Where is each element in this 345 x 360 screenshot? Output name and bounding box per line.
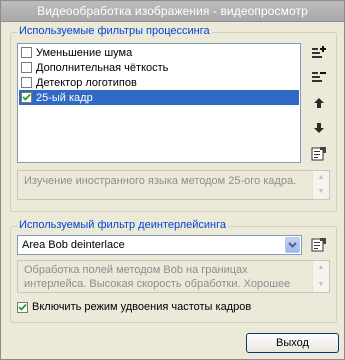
move-up-button[interactable] [309, 93, 329, 113]
filter-description-box: Изучение иностранного языка методом 25-о… [17, 170, 330, 200]
filter-checkbox[interactable] [21, 62, 32, 73]
frame-doubling-option[interactable]: Включить режим удвоения частоты кадров [17, 301, 251, 313]
add-filter-icon [312, 46, 326, 58]
check-mark-icon [18, 303, 27, 311]
frame-doubling-checkbox[interactable] [17, 301, 28, 313]
scroll-up-arrow-icon[interactable]: ▲ [313, 171, 329, 185]
check-mark-icon [22, 93, 31, 101]
remove-filter-button[interactable] [309, 67, 329, 87]
filters-list[interactable]: Уменьшение шума Дополнительная чёткость … [17, 43, 301, 163]
filter-checkbox[interactable] [21, 77, 32, 88]
exit-button-label: Выход [276, 337, 309, 349]
window-title: Видеообработка изображения - видеопросмо… [37, 4, 308, 18]
add-filter-button[interactable] [309, 43, 329, 63]
filter-properties-button[interactable] [309, 144, 329, 164]
move-down-icon [314, 123, 324, 133]
deinterlace-selected-value: Area Bob deinterlace [22, 239, 125, 251]
filter-item-extra-sharpness[interactable]: Дополнительная чёткость [19, 60, 299, 75]
title-bar[interactable]: Видеообработка изображения - видеопросмо… [1, 1, 344, 22]
deinterlace-group-label: Используемый фильтр деинтерлейсинга [17, 219, 228, 231]
remove-filter-icon [312, 72, 326, 82]
deinterlace-description-scrollbar[interactable]: ▲ ▼ [312, 261, 329, 292]
scroll-up-arrow-icon[interactable]: ▲ [313, 261, 329, 275]
deinterlace-properties-icon [311, 238, 326, 252]
filter-description-scrollbar[interactable]: ▲ ▼ [312, 171, 329, 199]
filter-item-label: 25-ый кадр [36, 91, 93, 104]
filter-properties-icon [311, 147, 326, 161]
scroll-down-arrow-icon[interactable]: ▼ [313, 185, 329, 199]
deinterlace-properties-button[interactable] [309, 235, 329, 255]
move-down-button[interactable] [309, 118, 329, 138]
dropdown-arrow-button[interactable] [285, 237, 300, 253]
scroll-down-arrow-icon[interactable]: ▼ [313, 278, 329, 292]
deinterlace-description-box: Обработка полей методом Bob на границах … [17, 260, 330, 293]
deinterlace-description-line2: интерлейса. Высокая скорость обработки. … [24, 278, 291, 290]
processing-filters-group-label: Используемые фильтры процессинга [17, 25, 212, 37]
filter-item-label: Дополнительная чёткость [36, 61, 169, 74]
chevron-down-icon [288, 242, 297, 248]
filter-description-text: Изучение иностранного языка методом 25-о… [24, 175, 297, 187]
filter-item-logo-detector[interactable]: Детектор логотипов [19, 75, 299, 90]
deinterlace-select[interactable]: Area Bob deinterlace [17, 235, 302, 255]
filter-item-label: Детектор логотипов [36, 76, 137, 89]
filter-checkbox[interactable] [21, 92, 32, 103]
frame-doubling-label: Включить режим удвоения частоты кадров [32, 301, 252, 313]
dialog-window: Видеообработка изображения - видеопросмо… [0, 0, 345, 360]
move-up-icon [314, 98, 324, 108]
deinterlace-description-line1: Обработка полей методом Bob на границах [24, 264, 248, 276]
filter-item-noise-reduction[interactable]: Уменьшение шума [19, 45, 299, 60]
exit-button[interactable]: Выход [246, 333, 339, 353]
filter-item-25th-frame[interactable]: 25-ый кадр [19, 90, 299, 105]
filter-item-label: Уменьшение шума [36, 46, 133, 59]
filter-checkbox[interactable] [21, 47, 32, 58]
